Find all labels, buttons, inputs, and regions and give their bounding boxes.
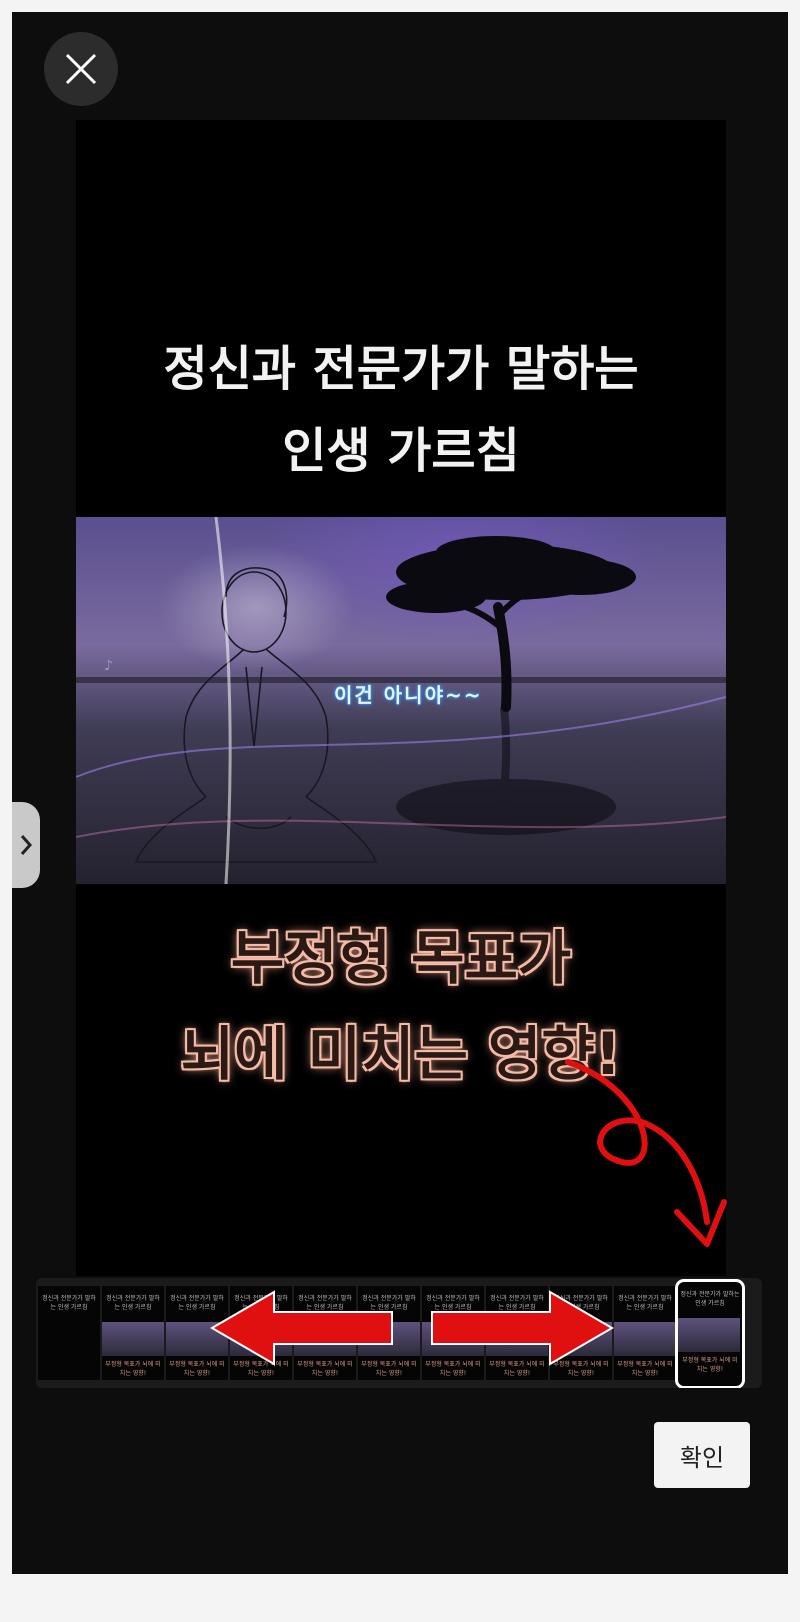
filmstrip-thumb[interactable]: 정신과 전문가가 말하는 인생 가르침부정형 목표가 뇌에 미치는 영향! <box>614 1286 676 1380</box>
preview-headline: 정신과 전문가가 말하는 인생 가르침 <box>76 328 726 492</box>
frame-filmstrip[interactable]: 정신과 전문가가 말하는 인생 가르침 정신과 전문가가 말하는 인생 가르침 부정… <box>36 1278 762 1388</box>
filmstrip-thumb-selected[interactable]: 정신과 전문가가 말하는 인생 가르침부정형 목표가 뇌에 미치는 영향! <box>675 1279 745 1388</box>
filmstrip-thumb[interactable]: 정신과 전문가가 말하는 인생 가르침부정형 목표가 뇌에 미치는 영향! <box>166 1286 228 1380</box>
subheadline-line-2: 뇌에 미치는 영향! <box>180 1020 622 1088</box>
woman-line-art <box>134 567 378 863</box>
thumb-headline: 정신과 전문가가 말하는 인생 가르침 <box>618 1295 672 1311</box>
thumb-headline: 정신과 전문가가 말하는 인생 가르침 <box>42 1295 96 1311</box>
frame-picker-dialog: 정신과 전문가가 말하는 인생 가르침 ♪ 이건 아니야~~ 부정형 목표가 뇌… <box>12 12 788 1574</box>
thumb-headline: 정신과 전문가가 말하는 인생 가르침 <box>362 1295 416 1311</box>
headline-line-1: 정신과 전문가가 말하는 <box>163 341 639 397</box>
preview-subheadline: 부정형 목표가 뇌에 미치는 영향! <box>76 910 726 1102</box>
thumb-image <box>166 1322 228 1356</box>
thumb-image <box>422 1322 484 1356</box>
thumb-image <box>294 1322 356 1356</box>
thumb-headline: 정신과 전문가가 말하는 인생 가르침 <box>298 1295 352 1311</box>
thumb-headline: 정신과 전문가가 말하는 인생 가르침 <box>554 1295 608 1311</box>
filmstrip-thumb[interactable]: 정신과 전문가가 말하는 인생 가르침부정형 목표가 뇌에 미치는 영향! <box>422 1286 484 1380</box>
thumb-image <box>678 1318 740 1352</box>
thumb-subheadline: 부정형 목표가 뇌에 미치는 영향! <box>361 1361 417 1377</box>
thumb-image <box>102 1322 164 1356</box>
filmstrip-thumb[interactable]: 정신과 전문가가 말하는 인생 가르침부정형 목표가 뇌에 미치는 영향! <box>230 1286 292 1380</box>
thumb-subheadline: 부정형 목표가 뇌에 미치는 영향! <box>233 1361 289 1377</box>
filmstrip-thumb[interactable]: 정신과 전문가가 말하는 인생 가르침부정형 목표가 뇌에 미치는 영향! <box>102 1286 164 1380</box>
filmstrip-thumb[interactable]: 정신과 전문가가 말하는 인생 가르침부정형 목표가 뇌에 미치는 영향! <box>486 1286 548 1380</box>
confirm-button[interactable]: 확인 <box>654 1422 750 1488</box>
thumb-headline: 정신과 전문가가 말하는 인생 가르침 <box>170 1295 224 1311</box>
thumb-headline: 정신과 전문가가 말하는 인생 가르침 <box>490 1295 544 1311</box>
meditation-scene-image: ♪ 이건 아니야~~ <box>76 517 726 884</box>
thumb-headline: 정신과 전문가가 말하는 인생 가르침 <box>234 1295 288 1311</box>
close-icon <box>65 53 97 85</box>
thumb-subheadline: 부정형 목표가 뇌에 미치는 영향! <box>489 1361 545 1377</box>
side-panel-toggle[interactable] <box>12 802 40 888</box>
thumb-subheadline: 부정형 목표가 뇌에 미치는 영향! <box>169 1361 225 1377</box>
thumb-headline: 정신과 전문가가 말하는 인생 가르침 <box>426 1295 480 1311</box>
close-button[interactable] <box>44 32 118 106</box>
overlay-caption: 이건 아니야~~ <box>334 683 483 707</box>
subheadline-line-1: 부정형 목표가 <box>230 924 572 992</box>
filmstrip-thumb[interactable]: 정신과 전문가가 말하는 인생 가르침부정형 목표가 뇌에 미치는 영향! <box>550 1286 612 1380</box>
filmstrip-thumb[interactable]: 정신과 전문가가 말하는 인생 가르침부정형 목표가 뇌에 미치는 영향! <box>294 1286 356 1380</box>
thumb-image <box>358 1322 420 1356</box>
thumb-subheadline: 부정형 목표가 뇌에 미치는 영향! <box>105 1361 161 1377</box>
thumb-subheadline: 부정형 목표가 뇌에 미치는 영향! <box>297 1361 353 1377</box>
video-preview: 정신과 전문가가 말하는 인생 가르침 ♪ 이건 아니야~~ 부정형 목표가 뇌… <box>76 120 726 1276</box>
thumb-image <box>230 1322 292 1356</box>
chevron-right-icon <box>20 835 33 855</box>
thumb-image <box>486 1322 548 1356</box>
headline-line-2: 인생 가르침 <box>282 423 520 479</box>
filmstrip-thumb[interactable]: 정신과 전문가가 말하는 인생 가르침 <box>38 1286 100 1380</box>
thumb-subheadline: 부정형 목표가 뇌에 미치는 영향! <box>425 1361 481 1377</box>
thumb-subheadline: 부정형 목표가 뇌에 미치는 영향! <box>617 1361 673 1377</box>
thumb-subheadline: 부정형 목표가 뇌에 미치는 영향! <box>682 1357 738 1373</box>
app-watermark: ♪ <box>104 658 113 674</box>
filmstrip-thumb[interactable]: 정신과 전문가가 말하는 인생 가르침부정형 목표가 뇌에 미치는 영향! <box>358 1286 420 1380</box>
thumb-subheadline: 부정형 목표가 뇌에 미치는 영향! <box>553 1361 609 1377</box>
thumb-image <box>550 1322 612 1356</box>
thumb-image <box>614 1322 676 1356</box>
thumb-headline: 정신과 전문가가 말하는 인생 가르침 <box>106 1295 160 1311</box>
thumb-headline: 정신과 전문가가 말하는 인생 가르침 <box>680 1291 740 1307</box>
